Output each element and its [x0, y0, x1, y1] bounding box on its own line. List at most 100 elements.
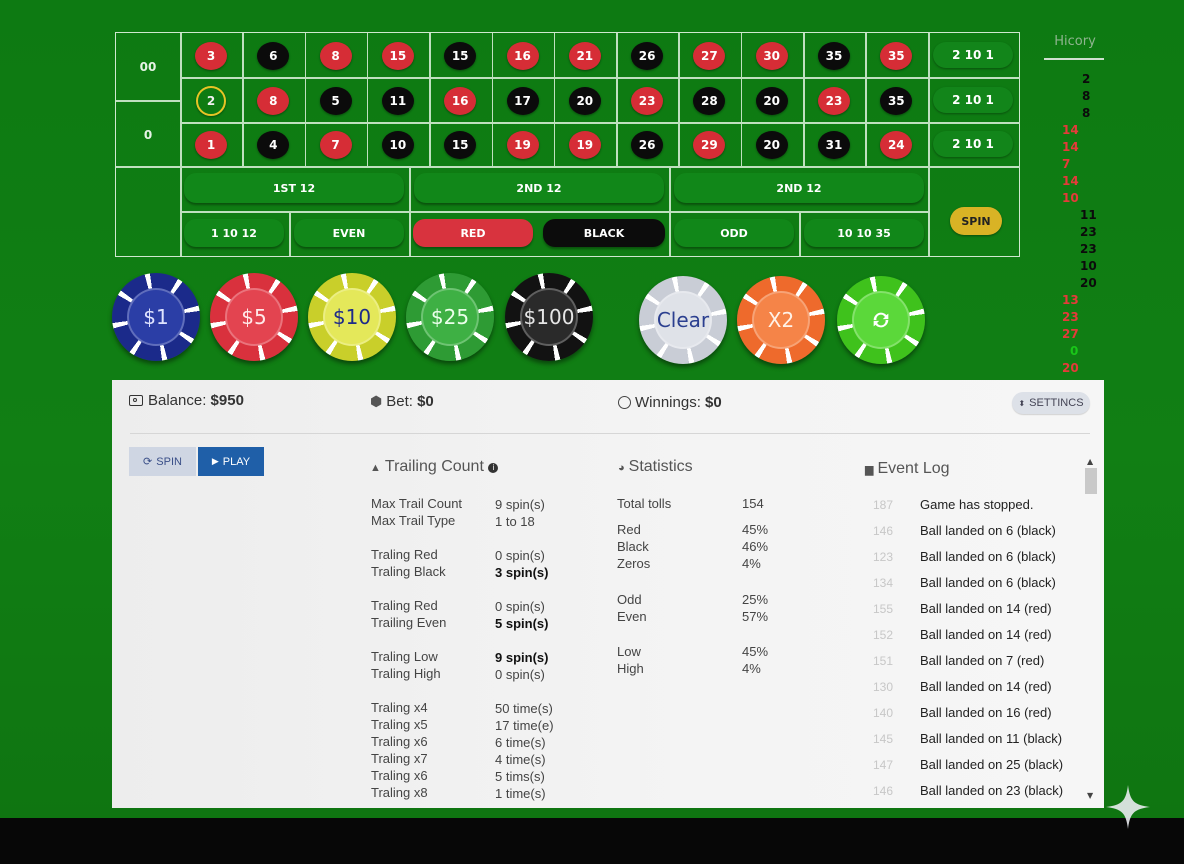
number-chip: 20	[755, 131, 788, 159]
number-cell[interactable]: 2	[180, 86, 242, 116]
number-cell[interactable]: 15	[429, 130, 491, 160]
chip-25[interactable]: $25	[406, 273, 494, 361]
number-cell[interactable]: 24	[865, 130, 927, 160]
number-cell[interactable]: 4	[242, 130, 304, 160]
number-cell[interactable]: 20	[741, 130, 803, 160]
number-chip: 35	[818, 42, 850, 70]
dozen-1-button[interactable]: 1ST 12	[184, 173, 404, 203]
trailing-title: Trailing Count	[384, 458, 484, 475]
history-entry: 23	[1080, 242, 1097, 256]
red-bet-button[interactable]: RED	[413, 219, 533, 247]
chip-100[interactable]: $100	[505, 273, 593, 361]
event-sequence: 147	[873, 758, 894, 772]
trailing-value: 5 tims(s)	[495, 769, 545, 784]
trailing-label: Trailing Even	[371, 615, 447, 630]
number-cell[interactable]: 35	[865, 41, 927, 71]
chip-face: $1	[127, 288, 185, 346]
trailing-label: Traling Red	[371, 598, 438, 613]
grid-line	[116, 166, 180, 168]
zero-00-cell[interactable]: 00	[116, 53, 180, 81]
refresh-chip[interactable]	[837, 276, 925, 364]
number-cell[interactable]: 5	[305, 86, 367, 116]
chip-10[interactable]: $10	[308, 273, 396, 361]
number-cell[interactable]: 20	[554, 86, 616, 116]
number-cell[interactable]: 28	[678, 86, 740, 116]
number-cell[interactable]: 31	[803, 130, 865, 160]
chip-clear[interactable]: Clear	[639, 276, 727, 364]
scroll-down-icon[interactable]: ▼	[1087, 791, 1093, 800]
trailing-label: Max Trail Type	[371, 513, 456, 528]
number-cell[interactable]: 8	[305, 41, 367, 71]
event-sequence: 152	[873, 628, 894, 642]
column-bet-1[interactable]: 2 10 1	[931, 41, 1015, 69]
column-bet-2[interactable]: 2 10 1	[931, 86, 1015, 114]
scroll-thumb[interactable]	[1085, 468, 1097, 494]
number-cell[interactable]: 1	[180, 130, 242, 160]
history-entry: 0	[1070, 344, 1079, 358]
trailing-value: 5 spin(s)	[495, 616, 549, 631]
number-cell[interactable]: 11	[367, 86, 429, 116]
dozen-2-button[interactable]: 2ND 12	[414, 173, 664, 203]
number-cell[interactable]: 27	[678, 41, 740, 71]
event-message: Game has stopped.	[920, 497, 1034, 512]
chip-5[interactable]: $5	[210, 273, 298, 361]
number-chip: 16	[506, 42, 539, 70]
number-cell[interactable]: 21	[554, 41, 616, 71]
odd-bet-button[interactable]: ODD	[674, 219, 794, 247]
settings-button[interactable]: ⬍ SETTINCS	[1012, 392, 1090, 414]
trailing-label: Traling High	[371, 666, 441, 681]
statistics-label: High	[617, 661, 644, 676]
zero-0-cell[interactable]: 0	[116, 121, 180, 149]
trailing-value: 50 time(s)	[495, 701, 553, 716]
number-cell[interactable]: 6	[242, 41, 304, 71]
number-cell[interactable]: 26	[616, 130, 678, 160]
statistics-label: Low	[617, 644, 641, 659]
number-cell[interactable]: 30	[741, 41, 803, 71]
black-bet-button[interactable]: BLACK	[543, 219, 665, 247]
scroll-up-icon[interactable]: ▲	[1087, 457, 1093, 466]
low-bet-button[interactable]: 1 10 12	[184, 219, 284, 247]
number-cell[interactable]: 35	[803, 41, 865, 71]
number-cell[interactable]: 8	[242, 86, 304, 116]
number-cell[interactable]: 10	[367, 130, 429, 160]
number-cell[interactable]: 23	[616, 86, 678, 116]
number-cell[interactable]: 20	[741, 86, 803, 116]
number-cell[interactable]: 16	[492, 41, 554, 71]
number-cell[interactable]: 17	[492, 86, 554, 116]
number-cell[interactable]: 19	[492, 130, 554, 160]
number-chip: 8	[257, 87, 290, 115]
number-cell[interactable]: 16	[429, 86, 491, 116]
statistics-header: ◕ Statistics	[618, 458, 693, 476]
spin-button[interactable]: ⟳ SPIN	[129, 447, 196, 476]
history-entry: 13	[1062, 293, 1079, 307]
number-cell[interactable]: 29	[678, 130, 740, 160]
number-cell[interactable]: 19	[554, 130, 616, 160]
number-cell[interactable]: 3	[180, 41, 242, 71]
number-cell[interactable]: 7	[305, 130, 367, 160]
trailing-label: Traling x6	[371, 734, 428, 749]
event-log-scrollbar[interactable]: ▲ ▼	[1084, 457, 1098, 802]
dozen-3-button[interactable]: 2ND 12	[674, 173, 924, 203]
play-button[interactable]: ▶ PLAY	[198, 447, 264, 476]
chip-x2[interactable]: X2	[737, 276, 825, 364]
number-cell[interactable]: 35	[865, 86, 927, 116]
chip-label: Clear	[656, 308, 710, 332]
number-cell[interactable]: 15	[367, 41, 429, 71]
balance-label: Balance:	[148, 392, 207, 409]
number-cell[interactable]: 26	[616, 41, 678, 71]
chip-1[interactable]: $1	[112, 273, 200, 361]
history-entry: 8	[1082, 89, 1091, 103]
play-label: PLAY	[222, 455, 251, 468]
number-chip: 7	[319, 131, 352, 159]
column-bet-3[interactable]: 2 10 1	[931, 130, 1015, 158]
statistics-label: Black	[617, 539, 649, 554]
high-bet-button[interactable]: 10 10 35	[804, 219, 924, 247]
table-spin-button[interactable]: SPIN	[950, 207, 1002, 235]
history-entry: 10	[1062, 191, 1079, 205]
number-cell[interactable]: 15	[429, 41, 491, 71]
number-cell[interactable]: 23	[803, 86, 865, 116]
even-bet-button[interactable]: EVEN	[294, 219, 404, 247]
column-bet-label: 2 10 1	[933, 42, 1013, 68]
grid-line	[799, 211, 801, 256]
statistics-title: Statistics	[628, 458, 693, 475]
